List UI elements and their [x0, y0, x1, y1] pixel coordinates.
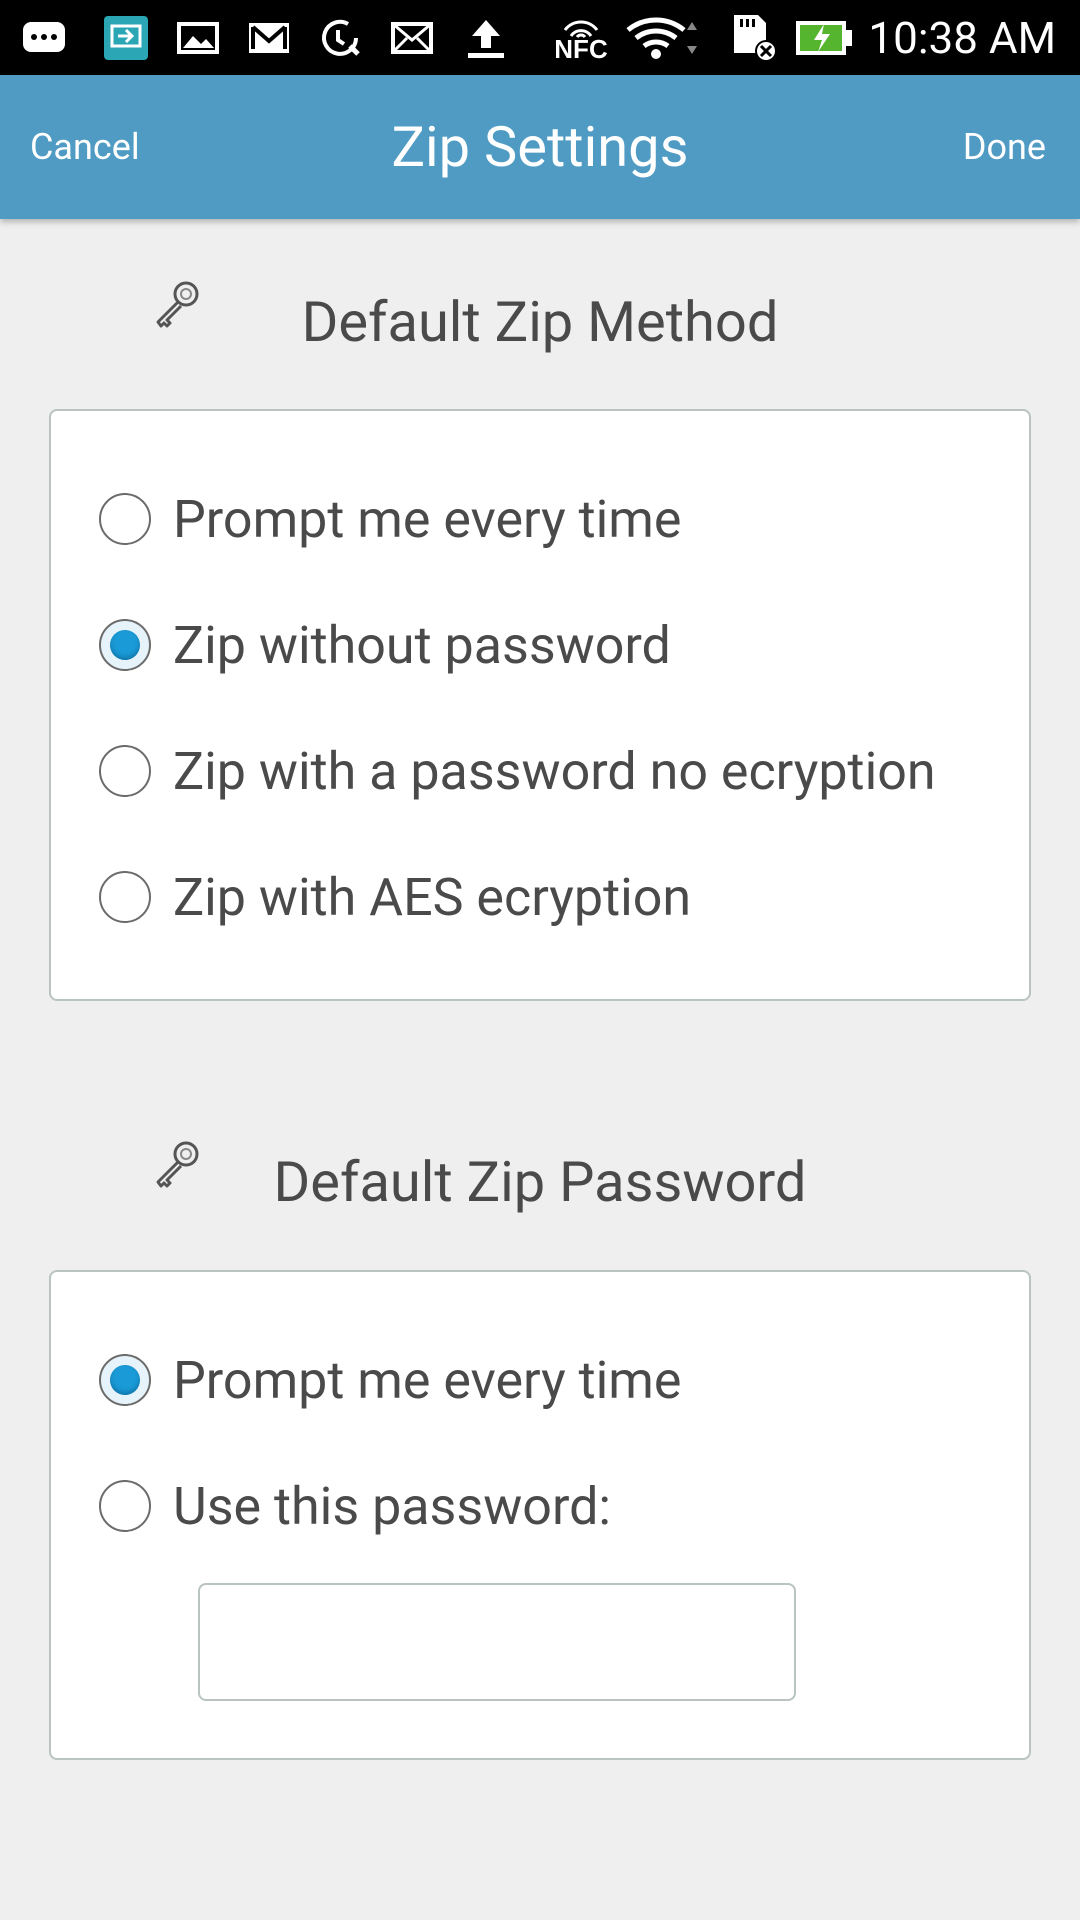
zip-method-option-password-no-encryption[interactable]: Zip with a password no ecryption — [99, 721, 1009, 821]
zip-method-option-prompt[interactable]: Prompt me every time — [99, 469, 1009, 569]
mail-icon — [390, 14, 434, 62]
done-button[interactable]: Done — [963, 75, 1046, 219]
zip-password-heading: Default Zip Password — [273, 1149, 807, 1215]
nfc-icon: NFC — [550, 14, 612, 62]
screen-mirror-icon — [102, 14, 150, 62]
upload-icon — [462, 14, 510, 62]
option-label: Zip with AES ecryption — [173, 866, 692, 928]
gmail-icon — [246, 14, 292, 62]
zip-method-option-no-password[interactable]: Zip without password — [99, 595, 1009, 695]
zip-method-header: Default Zip Method — [0, 272, 1080, 372]
zip-password-header: Default Zip Password — [0, 1132, 1080, 1232]
radio-button[interactable] — [99, 493, 151, 545]
zip-password-option-use-password[interactable]: Use this password: — [99, 1456, 1009, 1556]
option-label: Zip without password — [173, 614, 671, 676]
zip-method-option-aes[interactable]: Zip with AES ecryption — [99, 847, 1009, 947]
option-label: Prompt me every time — [173, 488, 682, 550]
zip-method-heading: Default Zip Method — [301, 289, 779, 355]
sd-card-icon — [728, 14, 778, 62]
radio-button[interactable] — [99, 745, 151, 797]
wifi-icon — [624, 14, 700, 62]
image-icon — [176, 14, 220, 62]
radio-button[interactable] — [99, 871, 151, 923]
radio-button[interactable] — [99, 1480, 151, 1532]
battery-charging-icon — [794, 14, 854, 62]
nfc-label: NFC — [554, 34, 608, 64]
password-field[interactable] — [198, 1583, 796, 1701]
status-bar: NFC 10:38 AM — [0, 0, 1080, 75]
radio-button[interactable] — [99, 1354, 151, 1406]
option-label: Use this password: — [173, 1475, 612, 1537]
zip-password-option-prompt[interactable]: Prompt me every time — [99, 1330, 1009, 1430]
zip-method-card: Prompt me every time Zip without passwor… — [49, 409, 1031, 1001]
page-title: Zip Settings — [391, 114, 689, 180]
option-label: Prompt me every time — [173, 1349, 682, 1411]
radio-button[interactable] — [99, 619, 151, 671]
settings-sync-icon — [318, 14, 362, 62]
clock: 10:38 AM — [868, 11, 1056, 64]
message-icon — [22, 14, 66, 62]
option-label: Zip with a password no ecryption — [173, 740, 936, 802]
zip-password-card: Prompt me every time Use this password: — [49, 1270, 1031, 1760]
app-bar: Cancel Zip Settings Done — [0, 75, 1080, 219]
cancel-button[interactable]: Cancel — [30, 75, 140, 219]
